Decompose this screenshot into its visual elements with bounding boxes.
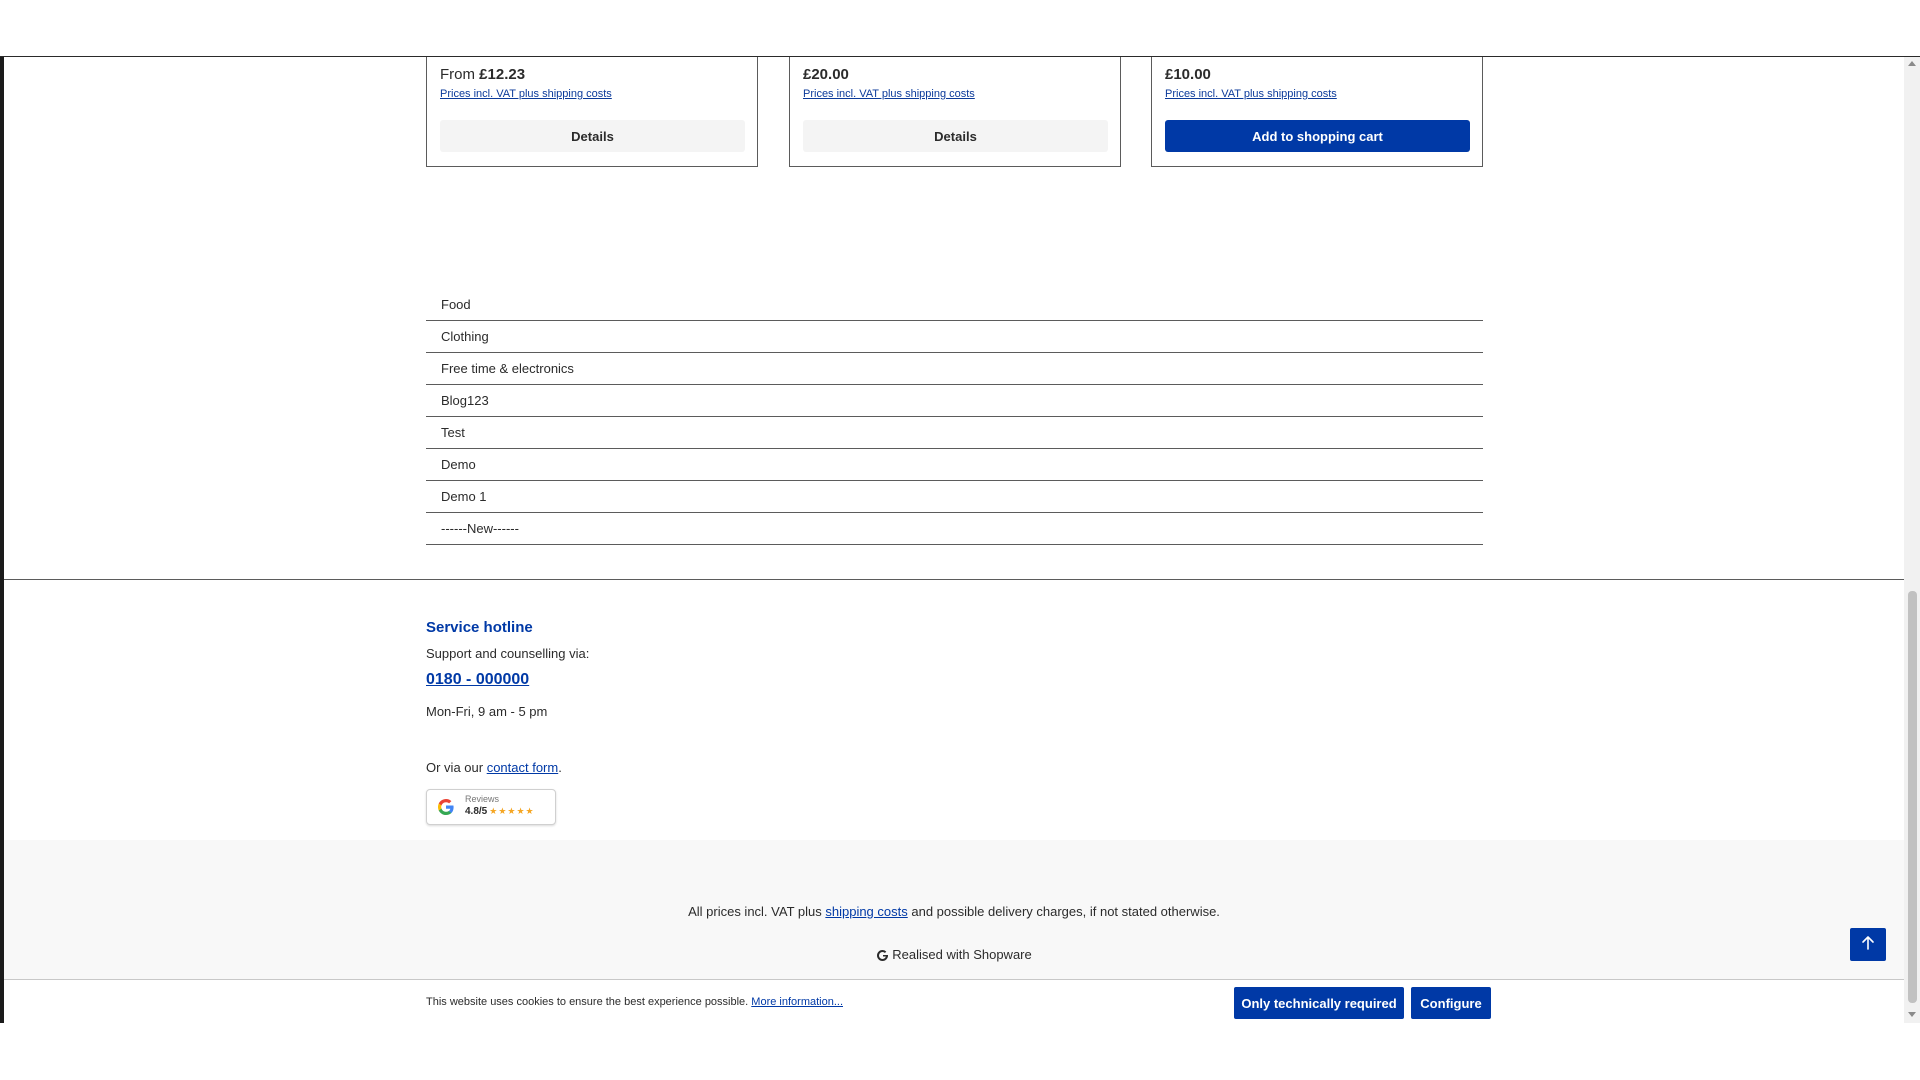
product-price: £10.00 xyxy=(1165,66,1211,83)
category-item-demo[interactable]: Demo xyxy=(426,449,1483,481)
category-list: Food Clothing Free time & electronics Bl… xyxy=(426,289,1483,545)
product-price: From £12.23 xyxy=(440,66,526,83)
configure-button[interactable]: Configure xyxy=(1411,987,1491,1019)
browser-top-area xyxy=(0,0,1920,57)
scroll-to-top-button[interactable] xyxy=(1850,928,1886,961)
service-hotline: Service hotline Support and counselling … xyxy=(426,619,926,775)
shopware-icon xyxy=(877,950,889,962)
details-button[interactable]: Details xyxy=(440,120,745,152)
product-card: From £12.23 Prices incl. VAT plus shippi… xyxy=(426,57,758,167)
product-card: £20.00 Prices incl. VAT plus shipping co… xyxy=(789,57,1121,167)
only-technically-required-button[interactable]: Only technically required xyxy=(1234,987,1404,1019)
category-item-test[interactable]: Test xyxy=(426,417,1483,449)
vat-shipping-link[interactable]: Prices incl. VAT plus shipping costs xyxy=(440,88,612,100)
vat-shipping-link[interactable]: Prices incl. VAT plus shipping costs xyxy=(803,88,975,100)
vat-shipping-link[interactable]: Prices incl. VAT plus shipping costs xyxy=(1165,88,1337,100)
browser-bottom-area xyxy=(0,1023,1920,1080)
scrollbar-thumb[interactable] xyxy=(1908,591,1917,1003)
category-item-clothing[interactable]: Clothing xyxy=(426,321,1483,353)
category-item-food[interactable]: Food xyxy=(426,289,1483,321)
scroll-up-arrow-icon[interactable] xyxy=(1908,61,1916,66)
service-hotline-title: Service hotline xyxy=(426,619,533,636)
service-subtitle: Support and counselling via: xyxy=(426,646,590,661)
scroll-down-arrow-icon[interactable] xyxy=(1908,1012,1916,1017)
google-reviews-badge[interactable]: Reviews 4.8/5 ★★★★★ xyxy=(426,789,556,825)
shopware-credit[interactable]: Realised with Shopware xyxy=(4,947,1904,962)
google-icon xyxy=(438,799,454,815)
arrow-up-icon xyxy=(1862,936,1874,950)
add-to-cart-button[interactable]: Add to shopping cart xyxy=(1165,120,1470,152)
contact-form-link[interactable]: contact form xyxy=(487,760,559,775)
category-item-blog123[interactable]: Blog123 xyxy=(426,385,1483,417)
cookie-bar: This website uses cookies to ensure the … xyxy=(4,979,1904,1023)
product-price: £20.00 xyxy=(803,66,849,83)
category-item-demo-1[interactable]: Demo 1 xyxy=(426,481,1483,513)
phone-link[interactable]: 0180 - 000000 xyxy=(426,671,529,689)
star-rating-icon: ★★★★★ xyxy=(489,806,535,816)
footer-divider xyxy=(4,579,1904,580)
category-item-new[interactable]: ------New------ xyxy=(426,513,1483,545)
reviews-label: Reviews xyxy=(465,794,500,804)
shipping-costs-link[interactable]: shipping costs xyxy=(825,904,907,919)
vat-note: All prices incl. VAT plus shipping costs… xyxy=(688,904,1220,919)
details-button[interactable]: Details xyxy=(803,120,1108,152)
product-card: £10.00 Prices incl. VAT plus shipping co… xyxy=(1151,57,1483,167)
page-scrollbar[interactable] xyxy=(1904,57,1920,1023)
page-viewport: From £12.23 Prices incl. VAT plus shippi… xyxy=(0,57,1920,1023)
cookie-message: This website uses cookies to ensure the … xyxy=(426,996,843,1008)
reviews-score: 4.8/5 ★★★★★ xyxy=(465,806,535,817)
service-hours: Mon-Fri, 9 am - 5 pm xyxy=(426,704,548,719)
cookie-more-info-link[interactable]: More information... xyxy=(751,996,843,1008)
category-item-free-time-electronics[interactable]: Free time & electronics xyxy=(426,353,1483,385)
contact-line: Or via our contact form. xyxy=(426,760,562,775)
